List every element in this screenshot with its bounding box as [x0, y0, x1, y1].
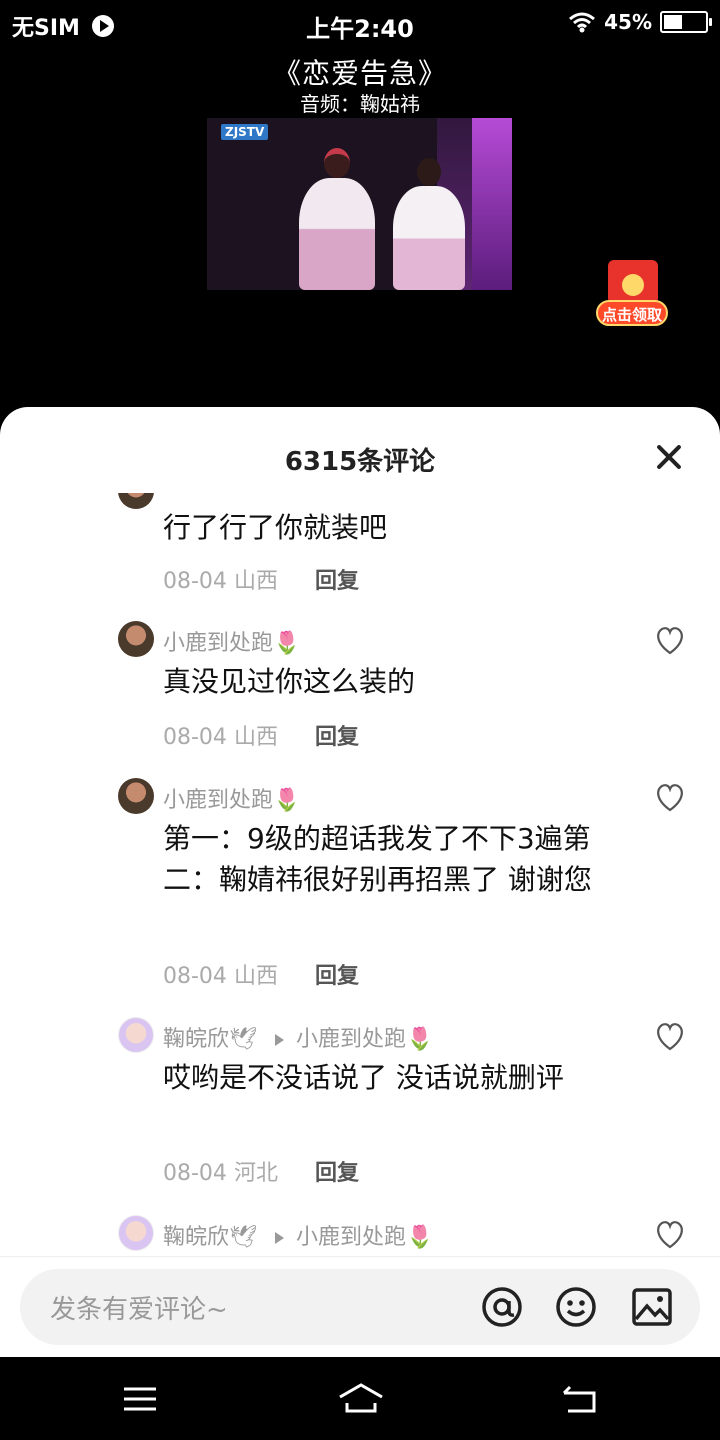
comment-sheet: 6315条评论 行了行了你就装吧 08-04 山西 回复 小鹿到处跑🌷 真没见过… [0, 407, 720, 1357]
stage-light [472, 118, 512, 290]
comment-input-bar: 发条有爱评论~ [0, 1256, 720, 1356]
comment-text: 行了行了你就装吧 [163, 511, 388, 544]
red-packet-button[interactable]: 点击领取 [596, 260, 668, 326]
at-icon[interactable] [480, 1285, 524, 1329]
reply-to-username[interactable]: 小鹿到处跑🌷 [296, 1027, 433, 1052]
comment-location: 河北 [233, 1161, 278, 1186]
comment-username[interactable]: 小鹿到处跑🌷 [163, 625, 300, 657]
comment-username[interactable]: 鞠皖欣🕊 [163, 1225, 257, 1250]
back-icon[interactable] [560, 1381, 600, 1417]
coin-icon [622, 274, 644, 296]
status-right: 45% [568, 10, 712, 34]
avatar[interactable] [118, 493, 154, 509]
reply-button[interactable]: 回复 [315, 569, 359, 594]
reply-to-username[interactable]: 小鹿到处跑🌷 [296, 1225, 433, 1250]
system-nav-bar [0, 1357, 720, 1440]
avatar[interactable] [118, 778, 154, 814]
status-bar: 无SIM 上午2:40 45% [0, 0, 720, 48]
battery-icon [660, 11, 712, 33]
comment-meta: 08-04 山西 回复 [163, 563, 359, 595]
comment-date: 08-04 [163, 725, 227, 750]
comment-date: 08-04 [163, 964, 227, 989]
comment-list[interactable]: 行了行了你就装吧 08-04 山西 回复 小鹿到处跑🌷 真没见过你这么装的 08… [0, 493, 720, 1256]
comment-count-title: 6315条评论 [284, 447, 436, 477]
avatar[interactable] [118, 1017, 154, 1053]
performer-figure [299, 148, 375, 290]
comment-meta: 08-04 山西 回复 [163, 958, 359, 990]
comment-username-line: 鞠皖欣🕊 小鹿到处跑🌷 [163, 1219, 433, 1251]
comment-date: 08-04 [163, 569, 227, 594]
comment-meta: 08-04 河北 回复 [163, 1155, 359, 1187]
comment-location: 山西 [233, 725, 278, 750]
comment-text: 哎哟是不没话说了 没话说就删评 [163, 1061, 564, 1094]
comment-username[interactable]: 小鹿到处跑🌷 [163, 782, 300, 814]
reply-button[interactable]: 回复 [315, 964, 359, 989]
channel-logo: ZJSTV [221, 124, 269, 140]
comment-input-placeholder: 发条有爱评论~ [50, 1295, 228, 1325]
video-frame[interactable]: ZJSTV [207, 118, 512, 290]
like-heart-icon[interactable] [654, 625, 686, 655]
image-icon[interactable] [630, 1285, 674, 1329]
reply-arrow-icon [274, 1232, 284, 1244]
wifi-icon [569, 12, 596, 33]
like-heart-icon[interactable] [654, 1219, 686, 1249]
reply-button[interactable]: 回复 [315, 1161, 359, 1186]
comment-username-line: 鞠皖欣🕊 小鹿到处跑🌷 [163, 1021, 433, 1053]
comment-location: 山西 [233, 569, 278, 594]
battery-percent: 45% [604, 10, 652, 34]
sheet-header: 6315条评论 [0, 407, 720, 493]
reply-arrow-icon [274, 1034, 284, 1046]
emoji-icon[interactable] [554, 1285, 598, 1329]
comment-location: 山西 [233, 964, 278, 989]
like-heart-icon[interactable] [654, 1021, 686, 1051]
comment-text: 真没见过你这么装的 [163, 665, 416, 698]
red-packet-label: 点击领取 [596, 300, 668, 326]
home-icon[interactable] [338, 1381, 384, 1417]
comment-text: 第一：9级的超话我发了不下3遍第二：鞠婧祎很好别再招黑了 谢谢您 [163, 822, 592, 896]
comment-username[interactable]: 鞠皖欣🕊 [163, 1027, 257, 1052]
avatar[interactable] [118, 1215, 154, 1251]
avatar[interactable] [118, 621, 154, 657]
video-title: 《恋爱告急》 [272, 57, 447, 90]
reply-button[interactable]: 回复 [315, 725, 359, 750]
like-heart-icon[interactable] [654, 782, 686, 812]
comment-input[interactable]: 发条有爱评论~ [20, 1269, 700, 1345]
video-subtitle: 音频：鞠姑祎 [300, 92, 420, 116]
video-area[interactable]: 《恋爱告急》 音频：鞠姑祎 ZJSTV 点击领取 [0, 48, 720, 408]
performer-figure [393, 158, 465, 290]
comment-meta: 08-04 山西 回复 [163, 719, 359, 751]
comment-date: 08-04 [163, 1161, 227, 1186]
menu-icon[interactable] [120, 1381, 160, 1417]
close-icon[interactable] [654, 443, 684, 473]
